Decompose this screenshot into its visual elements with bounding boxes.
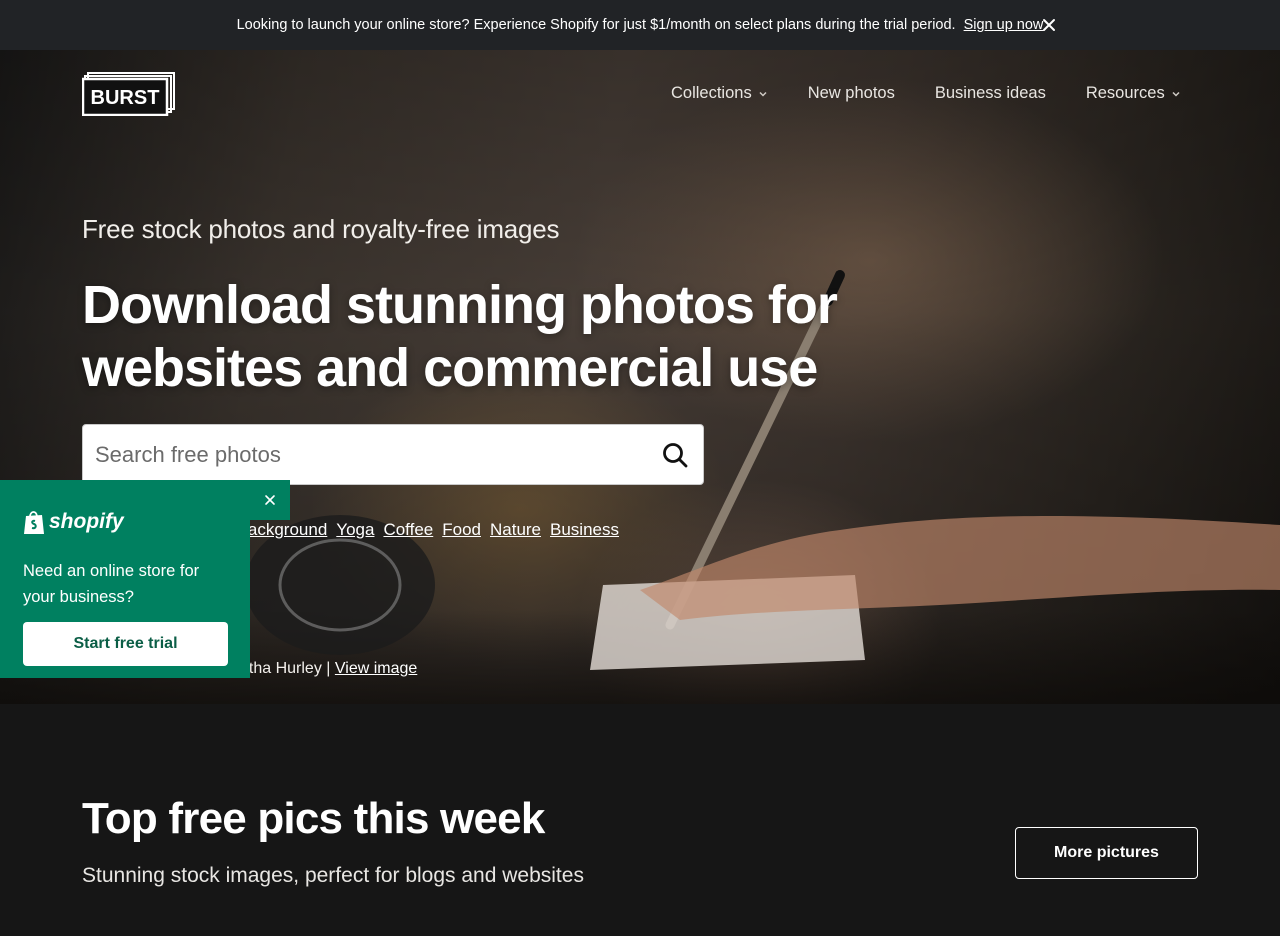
chevron-down-icon [759,91,767,97]
nav-new-photos[interactable]: New photos [808,84,895,103]
nav-label: Resources [1085,84,1165,102]
announcement-text: Looking to launch your online store? Exp… [236,17,956,33]
hero-headline: Download stunning photos for websites an… [82,275,838,398]
tag-link[interactable]: Yoga [336,520,374,540]
hero-eyebrow: Free stock photos and royalty-free image… [82,214,560,244]
main-nav: Collections New photos Business ideas Re… [671,84,1181,103]
nav-label: New photos [807,84,895,102]
section-title: Top free pics this week [82,794,545,843]
search-button[interactable] [647,425,703,484]
shopify-message: Need an online store for your business? [23,562,200,606]
tag-link[interactable]: Coffee [383,520,433,540]
close-icon[interactable] [262,492,278,508]
hero-hand-illustration [640,515,1280,620]
shopify-popup: shopify Need an online store for your bu… [0,480,290,678]
more-pictures-button[interactable]: More pictures [1015,827,1198,879]
nav-label: Business ideas [934,84,1046,102]
search-icon [663,442,688,467]
chevron-down-icon [1172,91,1180,97]
tag-link[interactable]: Business [550,520,619,540]
shopify-bag-icon [24,511,44,534]
start-free-trial-button[interactable]: Start free trial [23,622,228,666]
search-bar [82,424,704,485]
view-image-link[interactable]: View image [335,660,417,677]
nav-collections[interactable]: Collections [671,84,768,103]
nav-label: Collections [671,84,752,102]
nav-business-ideas[interactable]: Business ideas [935,84,1046,103]
logo-text: BURST [91,87,160,109]
announcement-bar: Looking to launch your online store? Exp… [0,0,1280,50]
search-input[interactable] [83,425,647,484]
shopify-logo: shopify [23,509,124,535]
nav-resources[interactable]: Resources [1086,84,1181,103]
section-subtitle: Stunning stock images, perfect for blogs… [82,864,584,887]
tag-link[interactable]: Nature [490,520,541,540]
close-icon[interactable] [1040,16,1058,34]
shopify-brand-text: shopify [49,510,124,533]
tag-link[interactable]: Food [442,520,481,540]
sign-up-link[interactable]: Sign up now [964,17,1044,33]
burst-logo[interactable]: BURST [82,72,176,116]
